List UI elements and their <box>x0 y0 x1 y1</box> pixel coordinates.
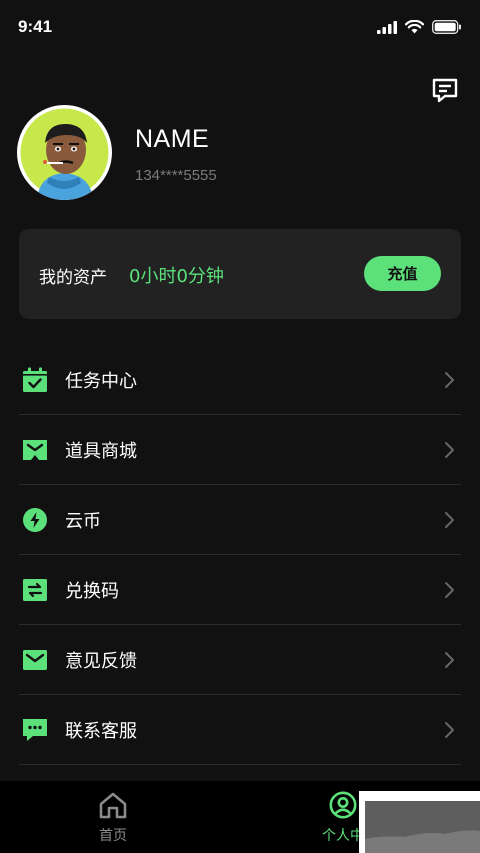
chevron-right-icon <box>445 721 454 738</box>
message-icon[interactable] <box>432 78 458 104</box>
chevron-right-icon <box>445 371 454 388</box>
wifi-icon <box>405 20 424 34</box>
calendar-check-icon <box>23 367 47 392</box>
tab-label: 首页 <box>99 828 127 844</box>
menu-item-label: 意见反馈 <box>65 650 137 672</box>
mail-icon <box>23 649 47 670</box>
battery-icon <box>432 20 461 34</box>
menu-item-label: 兑换码 <box>65 580 119 602</box>
menu-item-feedback[interactable]: 意见反馈 <box>19 625 461 695</box>
profile-name: NAME <box>135 125 210 153</box>
exchange-icon <box>23 578 47 601</box>
home-icon <box>99 792 127 819</box>
shop-icon <box>23 439 47 460</box>
menu-item-coins[interactable]: 云币 <box>19 485 461 555</box>
recharge-button[interactable]: 充值 <box>364 256 441 291</box>
menu-item-label: 任务中心 <box>65 370 137 392</box>
profile-section[interactable]: NAME 134****5555 <box>17 105 457 201</box>
tab-label: 个人中 <box>322 828 364 844</box>
avatar[interactable] <box>17 105 112 200</box>
status-icons <box>377 20 462 34</box>
chevron-right-icon <box>445 441 454 458</box>
menu-item-redeem-code[interactable]: 兑换码 <box>19 555 461 625</box>
signal-icon <box>377 20 397 34</box>
assets-value: 0小时0分钟 <box>129 266 224 287</box>
chevron-right-icon <box>445 581 454 598</box>
chat-icon <box>23 718 47 741</box>
screenshot-thumbnail[interactable] <box>359 791 480 853</box>
chevron-right-icon <box>445 511 454 528</box>
user-icon <box>329 791 357 819</box>
chevron-right-icon <box>445 651 454 668</box>
profile-phone: 134****5555 <box>135 167 217 184</box>
menu-item-customer-service[interactable]: 联系客服 <box>19 695 461 765</box>
status-time: 9:41 <box>18 17 53 36</box>
assets-card: 我的资产 0小时0分钟 充值 <box>19 229 461 319</box>
menu-item-label: 道具商城 <box>65 440 137 462</box>
avatar-illustration <box>20 108 109 200</box>
menu-item-task-center[interactable]: 任务中心 <box>19 345 461 415</box>
menu-list: 任务中心 道具商城 云币 兑换码 意见反馈 联系客服 <box>19 345 461 765</box>
menu-item-label: 联系客服 <box>65 720 137 742</box>
thumbnail-preview <box>365 801 480 853</box>
assets-label: 我的资产 <box>39 268 107 288</box>
tab-home[interactable]: 首页 <box>73 791 153 845</box>
menu-item-shop[interactable]: 道具商城 <box>19 415 461 485</box>
bolt-coin-icon <box>23 507 47 532</box>
menu-item-label: 云币 <box>65 510 101 532</box>
thumbnail-image <box>365 801 480 853</box>
status-bar: 9:41 <box>0 0 480 56</box>
